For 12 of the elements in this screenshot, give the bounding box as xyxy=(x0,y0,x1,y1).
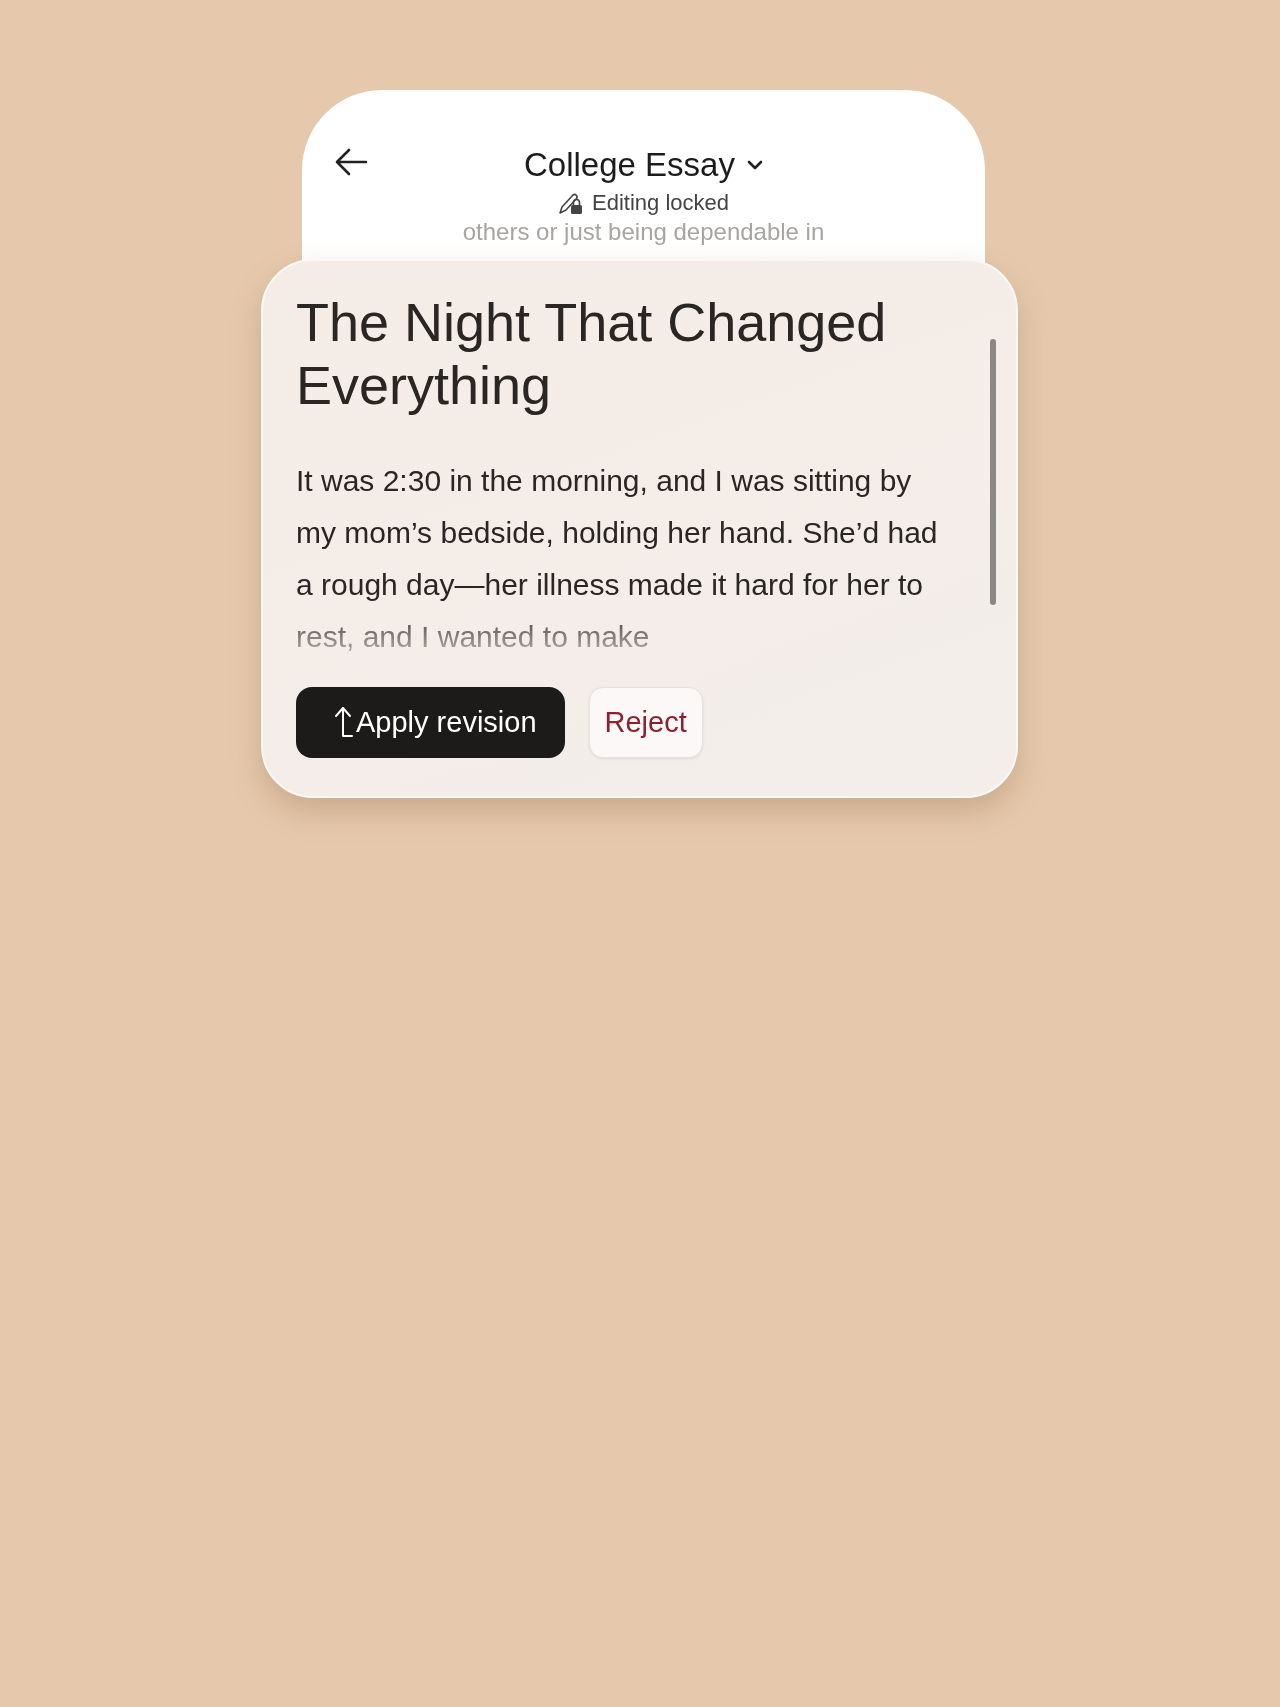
chevron-down-icon[interactable] xyxy=(746,160,763,170)
document-title[interactable]: College Essay xyxy=(524,146,735,184)
revision-text: It was 2:30 in the morning, and I was sitting by my mom’s bedside, holding her hand. She’d had a rough day—her illness made it hard for her to rest, and I wanted to make xyxy=(296,463,939,651)
document-text: others or just being dependable in xyxy=(462,218,825,246)
status-text: Editing locked xyxy=(592,190,729,216)
apply-revision-button[interactable]: Apply revision xyxy=(296,687,565,758)
pen-lock-icon xyxy=(558,191,584,215)
scrollbar[interactable] xyxy=(990,339,996,605)
revision-title: The Night That Changed Everything xyxy=(296,291,888,417)
reject-button[interactable]: Reject xyxy=(588,687,703,758)
back-arrow-icon[interactable] xyxy=(334,148,368,176)
upload-arrow-icon xyxy=(332,705,354,740)
